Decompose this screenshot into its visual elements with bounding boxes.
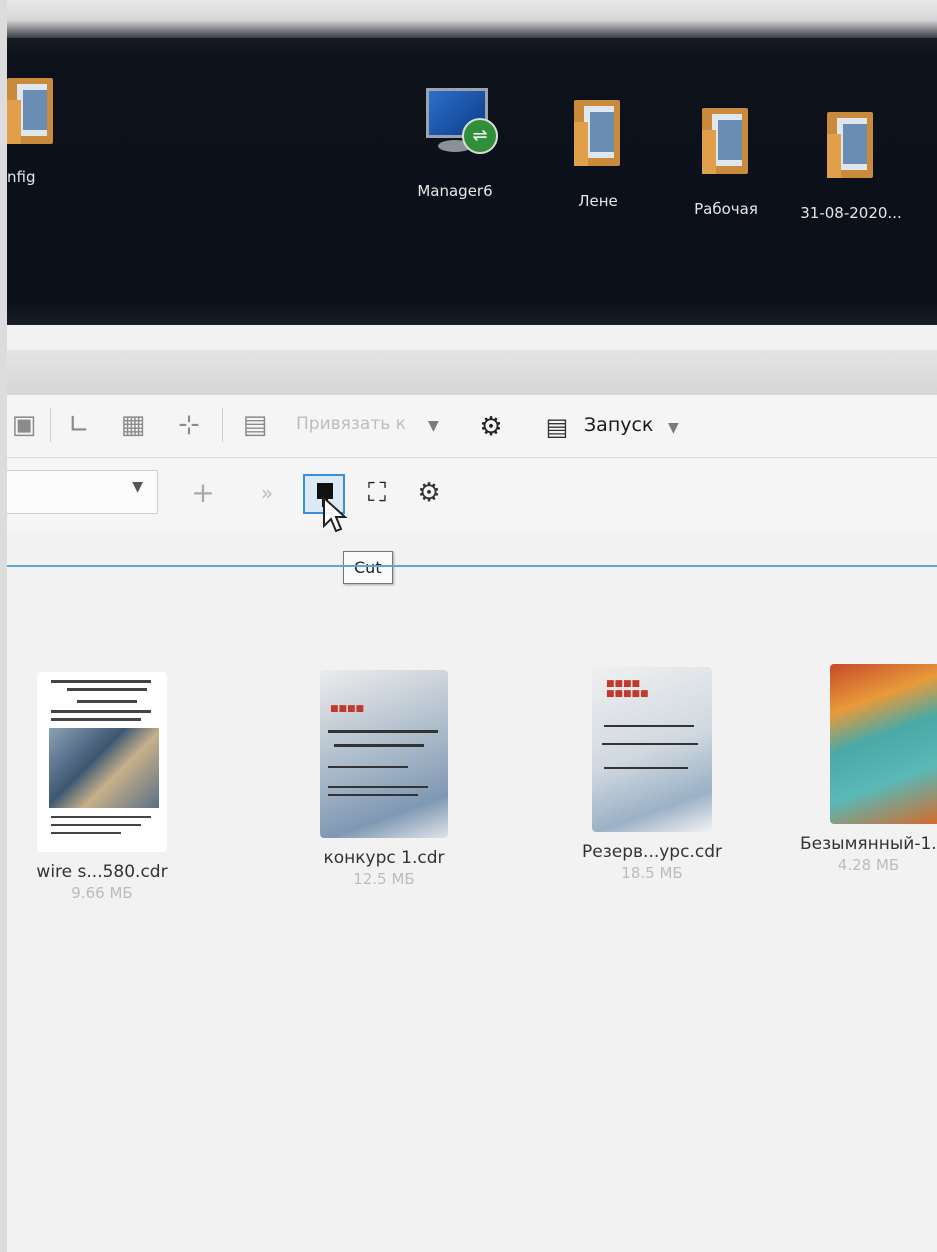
desktop-icon-config[interactable]: nfig	[7, 78, 77, 186]
workspace-select[interactable]: ▼	[7, 470, 158, 514]
settings-icon[interactable]: ⚙	[412, 476, 446, 510]
file-size: 12.5 МБ	[353, 870, 415, 888]
cut-tooltip: Cut	[343, 551, 393, 584]
desktop-icon-label: Рабочая	[694, 200, 758, 218]
desktop-icon-label: Лене	[578, 192, 618, 210]
launch-dropdown[interactable]: Запуск	[584, 414, 653, 436]
file-size: 9.66 МБ	[71, 884, 133, 902]
file-thumbnail	[37, 672, 167, 852]
fullscreen-icon[interactable]: ⛶	[360, 476, 394, 510]
folder-icon	[574, 100, 622, 166]
toolbar-separator	[222, 408, 223, 442]
desktop-icon-manager6[interactable]: ⇌ Manager6	[400, 82, 510, 200]
file-item[interactable]: ■■■■ ■■■■■ Резерв...урс.cdr 18.5 МБ	[572, 667, 732, 882]
panel-divider	[7, 565, 937, 567]
file-name: конкурс 1.cdr	[323, 848, 445, 868]
window-header-band	[7, 350, 937, 395]
file-item[interactable]: Безымянный-1.c 4.28 МБ	[800, 664, 937, 874]
desktop-icon-lene[interactable]: Лене	[558, 100, 638, 210]
folder-icon	[7, 78, 55, 144]
page-view-icon[interactable]: ▣	[7, 408, 41, 442]
file-name: Резерв...урс.cdr	[582, 842, 722, 862]
snap-to-icon[interactable]: ▤	[238, 408, 272, 442]
file-size: 4.28 МБ	[837, 856, 900, 874]
chevron-down-icon: ▼	[132, 479, 143, 495]
toolbar-separator	[50, 408, 51, 442]
file-thumbnail: ■■■■ ■■■■■	[592, 667, 712, 832]
chevron-down-icon[interactable]: ▼	[668, 420, 679, 436]
remote-desktop-icon: ⇌	[420, 82, 498, 160]
mouse-cursor-icon	[323, 496, 348, 533]
file-item[interactable]: wire s...580.cdr 9.66 МБ	[22, 672, 182, 902]
folder-icon	[827, 112, 875, 178]
rulers-icon[interactable]: ∟	[62, 408, 96, 442]
file-size: 18.5 МБ	[621, 864, 683, 882]
file-name: Безымянный-1.c	[800, 834, 937, 854]
more-icon[interactable]: »	[250, 476, 284, 510]
file-thumbnail	[830, 664, 937, 824]
guidelines-icon[interactable]: ⊹	[172, 408, 206, 442]
file-thumbnail: ■■■■	[320, 670, 448, 838]
desktop-icon-label: Manager6	[417, 182, 493, 200]
desktop-icon-label: 31-08-2020...	[800, 204, 902, 222]
chevron-down-icon[interactable]: ▼	[428, 418, 439, 434]
file-item[interactable]: ■■■■ конкурс 1.cdr 12.5 МБ	[304, 670, 464, 888]
snap-to-dropdown[interactable]: Привязать к	[296, 414, 406, 434]
desktop-icon-label: nfig	[7, 168, 36, 186]
folder-icon	[702, 108, 750, 174]
file-name: wire s...580.cdr	[36, 862, 168, 882]
gear-icon[interactable]: ⚙	[474, 410, 508, 444]
add-icon[interactable]: +	[186, 476, 220, 510]
grid-icon[interactable]: ▦	[116, 408, 150, 442]
launch-window-icon[interactable]: ▤	[540, 410, 574, 444]
desktop-icon-rabochaya[interactable]: Рабочая	[676, 108, 776, 218]
desktop-icon-31-08-2020[interactable]: 31-08-2020...	[786, 112, 916, 222]
monitor-bezel-left	[0, 0, 7, 1252]
monitor-bezel	[0, 0, 937, 38]
